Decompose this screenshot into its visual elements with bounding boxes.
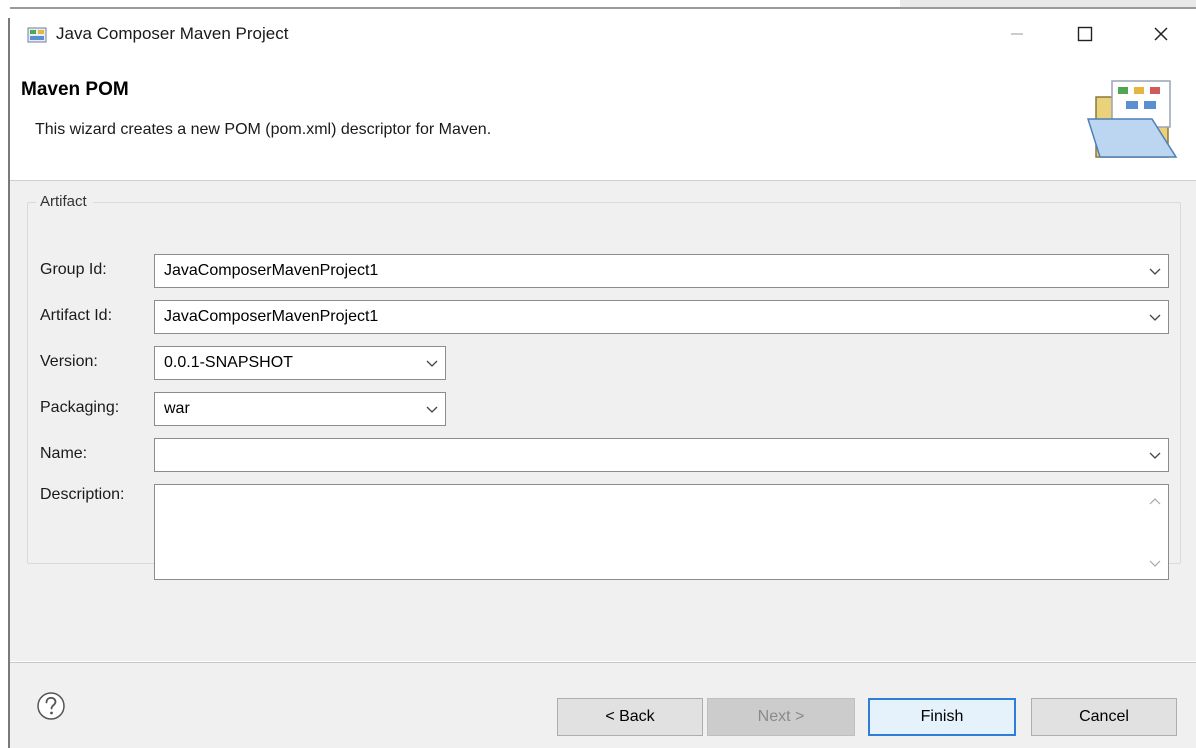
name-combo[interactable] <box>154 438 1169 472</box>
packaging-value: war <box>164 400 190 417</box>
back-button[interactable]: < Back <box>557 698 703 736</box>
wizard-content: Artifact Group Id: JavaComposerMavenProj… <box>10 181 1196 661</box>
chevron-down-icon[interactable] <box>1147 263 1163 279</box>
close-button[interactable] <box>1134 15 1188 53</box>
chevron-down-icon[interactable] <box>1147 309 1163 325</box>
description-label: Description: <box>40 486 125 503</box>
artifact-group-label: Artifact <box>36 193 93 210</box>
wizard-dialog: Java Composer Maven Project Maven POM Th… <box>10 9 1196 748</box>
version-label: Version: <box>40 353 98 370</box>
scroll-down-icon[interactable] <box>1149 559 1161 569</box>
version-combo[interactable]: 0.0.1-SNAPSHOT <box>154 346 446 380</box>
version-value: 0.0.1-SNAPSHOT <box>164 354 293 371</box>
cancel-button[interactable]: Cancel <box>1031 698 1177 736</box>
maximize-icon <box>1077 26 1093 42</box>
minimize-button[interactable] <box>990 15 1044 53</box>
group-id-value: JavaComposerMavenProject1 <box>164 262 379 279</box>
maximize-button[interactable] <box>1058 15 1112 53</box>
next-button[interactable]: Next > <box>707 698 855 736</box>
window-title: Java Composer Maven Project <box>56 24 289 43</box>
artifact-id-value: JavaComposerMavenProject1 <box>164 308 379 325</box>
minimize-icon <box>1011 33 1023 35</box>
page-description: This wizard creates a new POM (pom.xml) … <box>35 121 492 138</box>
artifact-id-label: Artifact Id: <box>40 307 113 324</box>
pom-folder-icon <box>1086 80 1178 158</box>
chevron-down-icon[interactable] <box>1147 447 1163 463</box>
close-icon <box>1154 27 1168 41</box>
group-id-combo[interactable]: JavaComposerMavenProject1 <box>154 254 1169 288</box>
artifact-group: Artifact Group Id: JavaComposerMavenProj… <box>27 193 1181 580</box>
description-textarea[interactable] <box>154 484 1169 580</box>
wizard-banner: Maven POM This wizard creates a new POM … <box>10 67 1196 177</box>
artifact-id-combo[interactable]: JavaComposerMavenProject1 <box>154 300 1169 334</box>
scroll-up-icon[interactable] <box>1149 496 1161 506</box>
packaging-label: Packaging: <box>40 399 120 416</box>
chevron-down-icon[interactable] <box>424 355 440 371</box>
name-label: Name: <box>40 445 88 462</box>
maven-app-icon <box>27 27 47 43</box>
wizard-footer: < Back Next > Finish Cancel <box>10 663 1196 748</box>
title-bar: Java Composer Maven Project <box>10 9 1196 59</box>
finish-button[interactable]: Finish <box>868 698 1016 736</box>
packaging-combo[interactable]: war <box>154 392 446 426</box>
help-icon[interactable] <box>36 691 66 721</box>
page-title: Maven POM <box>21 79 129 100</box>
group-id-label: Group Id: <box>40 261 107 278</box>
chevron-down-icon[interactable] <box>424 401 440 417</box>
